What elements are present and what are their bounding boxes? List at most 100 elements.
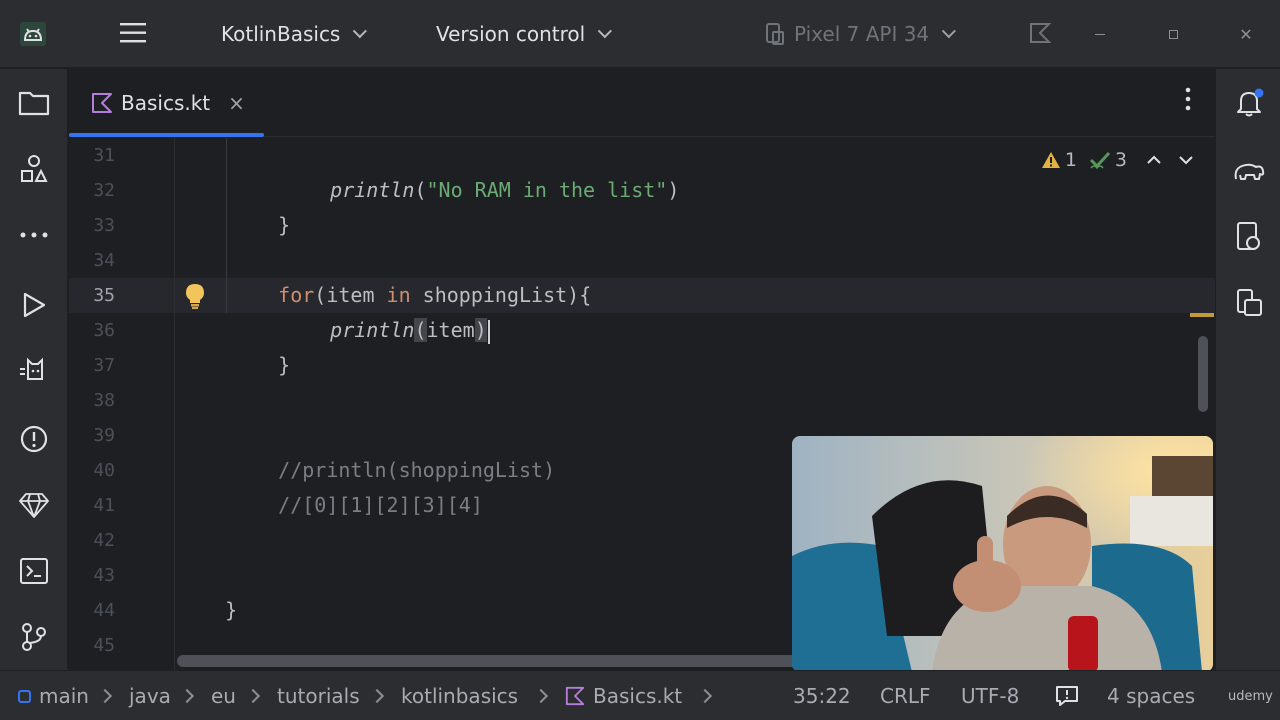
code-token: println	[330, 178, 415, 202]
android-studio-logo-icon[interactable]	[18, 20, 48, 48]
gradle-elephant-icon[interactable]	[1229, 151, 1269, 191]
code-token: }	[225, 598, 238, 622]
code-line-34: for(item in shoppingList){	[230, 243, 591, 307]
breadcrumb-label: tutorials	[277, 684, 360, 708]
right-tool-window-bar	[1215, 69, 1280, 670]
ai-chat-icon[interactable]	[1055, 671, 1079, 720]
run-icon[interactable]	[14, 285, 54, 325]
code-line-39: //println(shoppingList)	[230, 418, 555, 482]
code-line-40: //[0][1][2][3][4]	[230, 453, 483, 517]
code-token: (	[414, 318, 427, 342]
breadcrumb-tutorials[interactable]: tutorials	[277, 671, 360, 720]
chevron-down-icon	[597, 24, 613, 39]
active-tab-indicator	[69, 133, 264, 137]
file-encoding-label: UTF-8	[961, 684, 1020, 708]
vcs-selector[interactable]: Version control	[436, 0, 613, 68]
indent-guide	[226, 138, 227, 313]
indent-settings[interactable]: 4 spaces	[1107, 671, 1195, 720]
running-devices-icon[interactable]	[1229, 283, 1269, 323]
breadcrumb-java[interactable]: java	[129, 671, 171, 720]
typo-count: 3	[1114, 149, 1127, 171]
intention-bulb-icon[interactable]	[183, 282, 207, 310]
device-selector[interactable]: Pixel 7 API 34	[764, 0, 957, 68]
line-number: 38	[93, 390, 115, 411]
line-number: 33	[93, 215, 115, 236]
breadcrumb-chevron-icon	[97, 688, 113, 704]
maximize-button[interactable]	[1153, 0, 1193, 68]
inspection-widget[interactable]: 1 3	[1041, 146, 1197, 174]
code-token: )	[474, 318, 487, 342]
logcat-icon[interactable]	[14, 351, 54, 391]
line-number: 39	[93, 425, 115, 446]
warning-icon	[1041, 151, 1061, 169]
gem-icon[interactable]	[14, 485, 54, 525]
device-icon	[764, 22, 786, 46]
breadcrumb-basics-kt[interactable]: Basics.kt	[565, 671, 682, 720]
minimize-button[interactable]	[1080, 0, 1120, 68]
code-line-31: println("No RAM in the list")	[282, 138, 679, 202]
caret-position[interactable]: 35:22	[793, 671, 851, 720]
status-bar: main java eu tutorials kotlinbasics Basi…	[0, 670, 1280, 720]
breadcrumb-label: main	[39, 684, 89, 708]
title-bar: KotlinBasics Version control Pixel 7 API…	[0, 0, 1280, 68]
line-number: 40	[93, 460, 115, 481]
line-separator[interactable]: CRLF	[880, 671, 931, 720]
udemy-logo: udemy	[1228, 688, 1273, 704]
line-number: 45	[93, 635, 115, 656]
code-line-43: }	[177, 558, 237, 622]
line-number-current: 35	[93, 285, 115, 306]
breadcrumb-chevron-icon	[245, 688, 261, 704]
project-selector[interactable]: KotlinBasics	[221, 0, 368, 68]
editor-tab-bar: Basics.kt ×	[69, 69, 1215, 137]
line-number: 37	[93, 355, 115, 376]
resource-manager-icon[interactable]	[14, 149, 54, 189]
code-token: }	[278, 353, 291, 377]
device-manager-icon[interactable]	[1229, 217, 1269, 257]
tab-close-icon[interactable]: ×	[228, 91, 245, 115]
breadcrumb-chevron-icon	[697, 688, 713, 704]
terminal-icon[interactable]	[14, 551, 54, 591]
next-highlight-chevron-down-icon[interactable]	[1179, 155, 1193, 165]
line-number: 32	[93, 180, 115, 201]
line-separator-label: CRLF	[880, 684, 931, 708]
kotlin-file-icon	[91, 92, 113, 114]
warning-scroll-marker[interactable]	[1190, 313, 1214, 317]
kotlin-run-config-icon[interactable]	[1029, 22, 1052, 44]
minimize-icon	[1095, 33, 1105, 35]
problems-icon[interactable]	[14, 419, 54, 459]
vcs-label: Version control	[436, 22, 586, 46]
breadcrumb-kotlinbasics[interactable]: kotlinbasics	[401, 671, 518, 720]
breadcrumb-eu[interactable]: eu	[211, 671, 236, 720]
breadcrumb-label: java	[129, 684, 171, 708]
tab-basics-kt[interactable]: Basics.kt ×	[69, 69, 264, 137]
typo-check-icon	[1089, 150, 1111, 170]
vertical-scrollbar[interactable]	[1198, 336, 1208, 412]
breadcrumb-chevron-icon	[533, 688, 549, 704]
breadcrumb-chevron-icon	[369, 688, 385, 704]
code-token: println	[330, 318, 415, 342]
close-window-button[interactable]: ✕	[1226, 0, 1266, 68]
maximize-icon	[1168, 29, 1178, 39]
previous-highlight-chevron-up-icon[interactable]	[1147, 155, 1161, 165]
code-line-36: }	[230, 313, 290, 377]
line-number: 36	[93, 320, 115, 341]
breadcrumb-main[interactable]: main	[18, 671, 89, 720]
file-encoding[interactable]: UTF-8	[961, 671, 1019, 720]
breadcrumb-label: Basics.kt	[593, 684, 683, 708]
close-icon: ✕	[1239, 24, 1253, 44]
line-number: 31	[93, 145, 115, 166]
chevron-down-icon	[941, 24, 957, 39]
code-token: item	[426, 318, 475, 342]
git-icon[interactable]	[14, 617, 54, 657]
more-tools-icon[interactable]	[14, 215, 54, 255]
more-options-icon[interactable]	[1185, 87, 1191, 116]
indent-label: 4 spaces	[1107, 684, 1196, 708]
notifications-bell-icon[interactable]	[1229, 83, 1269, 123]
project-folder-icon[interactable]	[14, 83, 54, 123]
line-number: 44	[93, 600, 115, 621]
udemy-watermark: udemy	[1228, 671, 1273, 720]
code-line-35: println(item)	[282, 278, 490, 344]
horizontal-scrollbar[interactable]	[177, 655, 797, 667]
main-menu-icon[interactable]	[118, 20, 148, 46]
code-token: (	[414, 178, 427, 202]
